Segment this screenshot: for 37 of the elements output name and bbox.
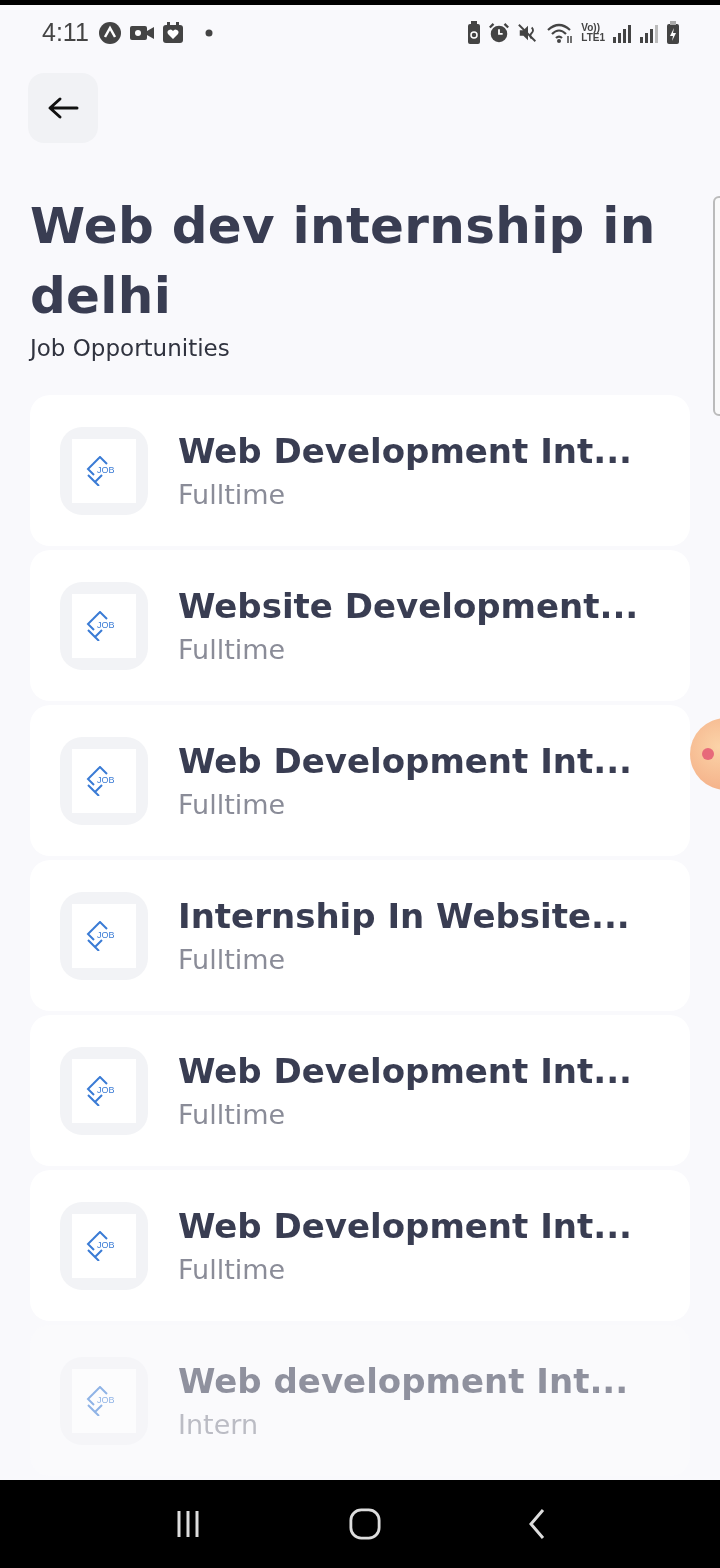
- job-type: Fulltime: [178, 634, 287, 665]
- wifi-icon: [546, 21, 575, 44]
- job-card[interactable]: JOB Website Development... Fulltime: [30, 550, 690, 701]
- back-button[interactable]: [28, 73, 98, 143]
- battery-saver-icon: [467, 20, 482, 45]
- page-title: Web dev internship in delhi: [30, 196, 657, 327]
- job-title: Website Development...: [178, 586, 639, 626]
- home-icon[interactable]: [349, 1508, 381, 1540]
- job-card[interactable]: JOB Internship In Website... Fulltime: [30, 860, 690, 1011]
- page-subtitle: Job Opportunities: [30, 335, 231, 361]
- battery-charging-icon: [666, 20, 680, 45]
- network-type-label: Vo)) LTE1: [581, 22, 605, 43]
- signal-icon: [639, 22, 659, 43]
- job-title: Internship In Website...: [178, 896, 630, 936]
- notification-dot-icon: [204, 28, 213, 37]
- app-icon: [97, 20, 122, 45]
- job-title: Web Development Int...: [178, 431, 633, 471]
- alarm-icon: [488, 21, 511, 44]
- back-arrow-icon: [47, 96, 79, 120]
- job-card[interactable]: JOB Web Development Int... Fulltime: [30, 705, 690, 856]
- back-icon[interactable]: [527, 1508, 547, 1540]
- job-type: Fulltime: [178, 479, 287, 510]
- job-title: Web development Int...: [178, 1361, 629, 1401]
- job-title: Web Development Int...: [178, 1206, 633, 1246]
- job-card[interactable]: JOB Web Development Int... Fulltime: [30, 1170, 690, 1321]
- heart-calendar-icon: [161, 21, 184, 44]
- job-type: Fulltime: [178, 944, 287, 975]
- job-type: Fulltime: [178, 1254, 287, 1285]
- signal-icon: [612, 22, 632, 43]
- job-type: Fulltime: [178, 789, 287, 820]
- job-card[interactable]: JOB Web Development Int... Fulltime: [30, 395, 690, 546]
- job-type: Fulltime: [178, 1099, 287, 1130]
- job-card[interactable]: JOB Web Development Int... Fulltime: [30, 1015, 690, 1166]
- job-title: Web Development Int...: [178, 741, 633, 781]
- status-time: 4:11: [42, 18, 89, 47]
- job-type: Intern: [178, 1409, 259, 1440]
- job-title: Web Development Int...: [178, 1051, 633, 1091]
